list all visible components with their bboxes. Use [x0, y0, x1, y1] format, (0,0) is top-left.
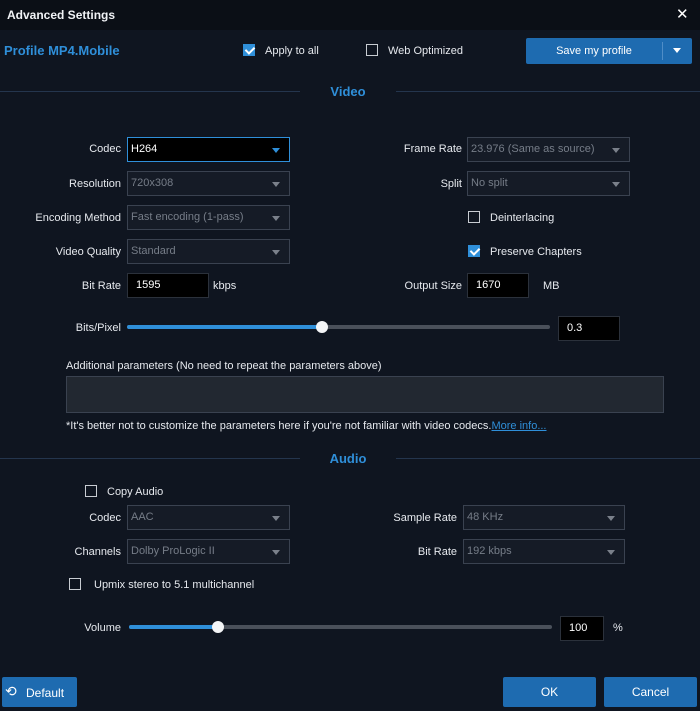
encoding-method-value: Fast encoding (1-pass) [131, 211, 244, 223]
save-options-dropdown-icon[interactable] [673, 48, 681, 53]
volume-label: Volume [84, 622, 121, 634]
reset-icon: ⟲ [5, 683, 17, 699]
chevron-down-icon [607, 550, 615, 555]
split-value: No split [471, 177, 508, 189]
close-icon[interactable]: ✕ [676, 5, 689, 23]
deinterlacing-label: Deinterlacing [490, 212, 555, 224]
audio-bit-rate-select[interactable]: 192 kbps [463, 539, 625, 564]
output-size-label: Output Size [404, 280, 462, 292]
bits-per-pixel-label: Bits/Pixel [75, 322, 121, 334]
upmix-label: Upmix stereo to 5.1 multichannel [94, 579, 255, 591]
audio-codec-select[interactable]: AAC [127, 505, 290, 530]
codec-label: Codec [89, 143, 121, 155]
apply-to-all-checkbox[interactable] [243, 44, 255, 56]
volume-handle[interactable] [212, 621, 224, 633]
resolution-value: 720x308 [131, 177, 174, 189]
preserve-chapters-checkbox[interactable] [468, 245, 480, 257]
codec-note: *It's better not to customize the parame… [66, 420, 547, 432]
web-optimized-checkbox[interactable] [366, 44, 378, 56]
chevron-down-icon [272, 216, 280, 221]
sample-rate-value: 48 KHz [467, 511, 504, 523]
chevron-down-icon [612, 182, 620, 187]
sample-rate-select[interactable]: 48 KHz [463, 505, 625, 530]
bits-per-pixel-handle[interactable] [316, 321, 328, 333]
web-optimized-label: Web Optimized [388, 45, 463, 57]
video-quality-select[interactable]: Standard [127, 239, 290, 264]
resolution-label: Resolution [69, 178, 121, 190]
channels-value: Dolby ProLogic II [131, 545, 215, 557]
chevron-down-icon [272, 250, 280, 255]
video-codec-select[interactable]: H264 [127, 137, 290, 162]
deinterlacing-checkbox[interactable] [468, 211, 480, 223]
channels-select[interactable]: Dolby ProLogic II [127, 539, 290, 564]
preserve-chapters-label: Preserve Chapters [490, 246, 582, 258]
audio-divider-left [0, 458, 300, 459]
audio-codec-value: AAC [131, 511, 154, 523]
encoding-method-label: Encoding Method [35, 212, 121, 224]
audio-divider-right [396, 458, 700, 459]
section-divider-left [0, 91, 300, 92]
video-bit-rate-input[interactable]: 1595 [127, 273, 209, 298]
audio-codec-label: Codec [89, 512, 121, 524]
copy-audio-checkbox[interactable] [85, 485, 97, 497]
ok-button[interactable]: OK [503, 677, 596, 707]
audio-bit-rate-label: Bit Rate [417, 546, 457, 558]
frame-rate-label: Frame Rate [403, 143, 462, 155]
split-divider [662, 42, 663, 60]
video-section-title: Video [330, 84, 366, 99]
output-size-unit: MB [543, 280, 560, 292]
codec-note-text: *It's better not to customize the parame… [66, 420, 492, 432]
section-divider-right [396, 91, 700, 92]
volume-unit: % [613, 622, 623, 634]
video-quality-label: Video Quality [55, 246, 121, 258]
chevron-down-icon [272, 550, 280, 555]
frame-rate-select[interactable]: 23.976 (Same as source) [467, 137, 630, 162]
upmix-checkbox[interactable] [69, 578, 81, 590]
cancel-button[interactable]: Cancel [604, 677, 697, 707]
resolution-select[interactable]: 720x308 [127, 171, 290, 196]
video-codec-value: H264 [131, 143, 158, 155]
bit-rate-unit: kbps [213, 280, 237, 292]
chevron-down-icon [272, 182, 280, 187]
save-profile-button[interactable]: Save my profile [526, 38, 692, 64]
save-profile-label: Save my profile [556, 45, 632, 57]
default-button[interactable]: ⟲ Default [2, 677, 77, 707]
profile-name: Profile MP4.Mobile [4, 43, 120, 58]
audio-bit-rate-value: 192 kbps [467, 545, 512, 557]
bits-per-pixel-input[interactable]: 0.3 [558, 316, 620, 341]
default-label: Default [26, 686, 65, 700]
additional-params-textarea[interactable] [66, 376, 664, 413]
channels-label: Channels [74, 546, 121, 558]
volume-input[interactable]: 100 [560, 616, 604, 641]
sample-rate-label: Sample Rate [393, 512, 457, 524]
more-info-link[interactable]: More info... [491, 420, 546, 432]
chevron-down-icon [612, 148, 620, 153]
volume-fill [129, 625, 218, 629]
split-select[interactable]: No split [467, 171, 630, 196]
video-quality-value: Standard [131, 245, 176, 257]
chevron-down-icon [272, 148, 280, 153]
encoding-method-select[interactable]: Fast encoding (1-pass) [127, 205, 290, 230]
frame-rate-value: 23.976 (Same as source) [471, 143, 595, 155]
apply-to-all-label: Apply to all [265, 45, 319, 57]
chevron-down-icon [607, 516, 615, 521]
window-title: Advanced Settings [7, 8, 116, 22]
copy-audio-label: Copy Audio [107, 486, 164, 498]
bits-per-pixel-fill [127, 325, 322, 329]
bit-rate-label: Bit Rate [81, 280, 121, 292]
output-size-input[interactable]: 1670 [467, 273, 529, 298]
additional-params-label: Additional parameters (No need to repeat… [66, 360, 382, 372]
split-label: Split [440, 178, 462, 190]
chevron-down-icon [272, 516, 280, 521]
audio-section-title: Audio [329, 451, 367, 466]
